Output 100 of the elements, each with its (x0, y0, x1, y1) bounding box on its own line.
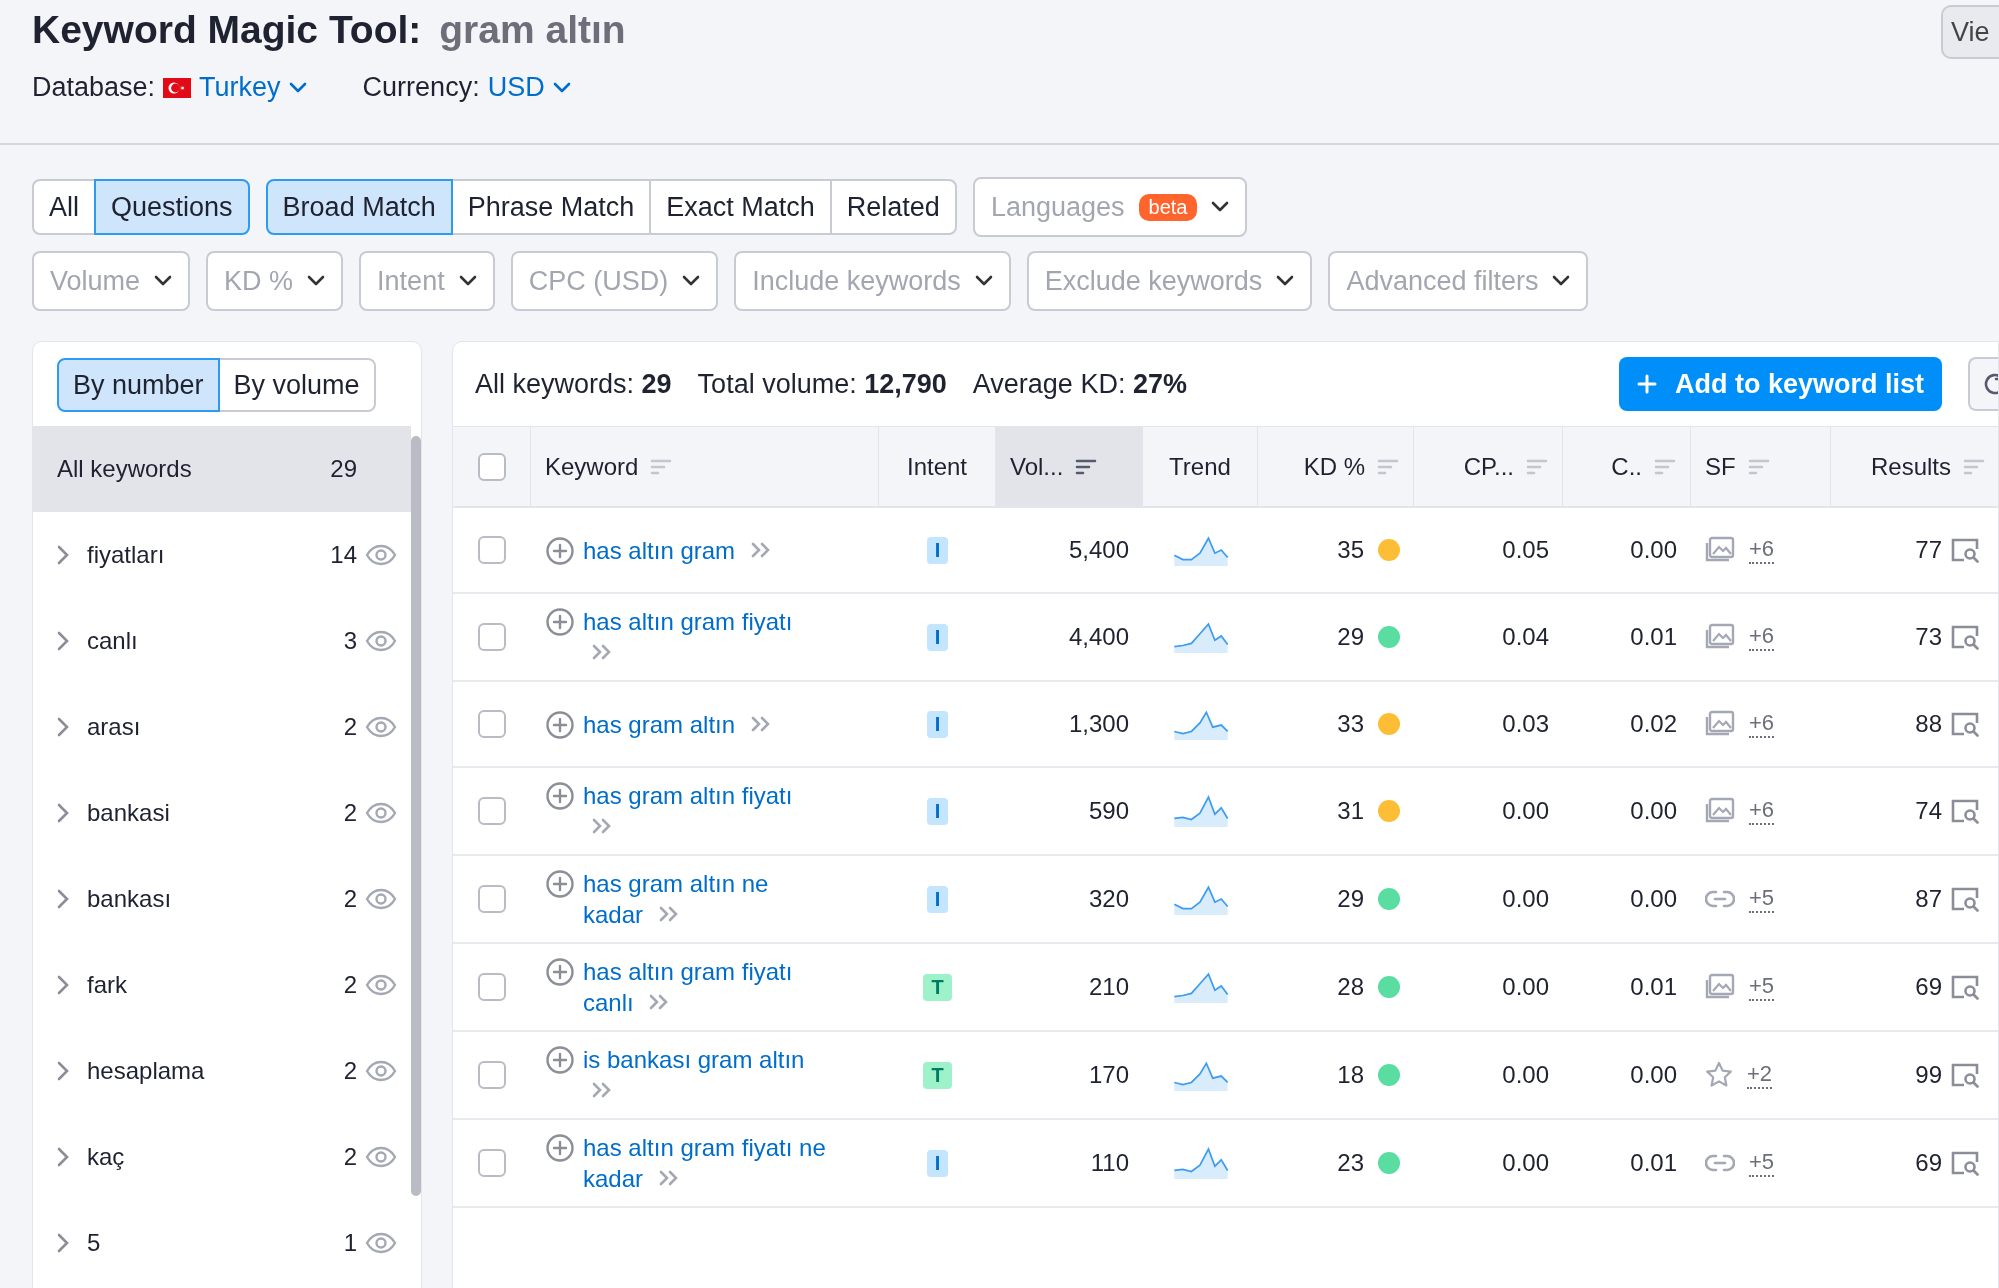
group-item[interactable]: All keywords 29 (33, 426, 411, 512)
group-item[interactable]: 5 1 (33, 1200, 411, 1286)
serp-preview-icon[interactable] (1950, 1150, 1980, 1176)
serp-preview-icon[interactable] (1950, 711, 1980, 737)
row-checkbox[interactable] (478, 973, 506, 1001)
serp-preview-icon[interactable] (1950, 1062, 1980, 1088)
serp-features-more[interactable]: +5 (1749, 1149, 1775, 1177)
image-icon (1705, 797, 1735, 825)
serp-preview-icon[interactable] (1950, 886, 1980, 912)
group-label: bankasi (87, 799, 171, 827)
add-circle-icon[interactable] (545, 957, 575, 987)
serp-features-more[interactable]: +6 (1749, 623, 1775, 651)
row-checkbox[interactable] (478, 623, 506, 651)
add-circle-icon[interactable] (545, 1133, 575, 1163)
column-header[interactable]: KD % (1258, 426, 1414, 508)
eye-icon[interactable] (365, 1146, 397, 1168)
serp-features-more[interactable]: +5 (1749, 973, 1775, 1001)
serp-preview-icon[interactable] (1950, 798, 1980, 824)
add-circle-icon[interactable] (545, 607, 575, 637)
eye-icon[interactable] (365, 1060, 397, 1082)
column-header[interactable]: Results (1831, 426, 1998, 508)
intent-badge: I (926, 623, 949, 651)
match-tab[interactable]: Broad Match (265, 179, 453, 235)
group-item[interactable]: kaç 2 (33, 1114, 411, 1200)
row-checkbox[interactable] (478, 710, 506, 738)
eye-icon[interactable] (365, 802, 397, 824)
sort-toggle[interactable]: By volume (217, 358, 376, 412)
intent-badge: T (923, 973, 952, 1001)
add-circle-icon[interactable] (545, 1045, 575, 1075)
serp-features-more[interactable]: +6 (1749, 797, 1775, 825)
serp-features-more[interactable]: +5 (1749, 885, 1775, 913)
eye-icon[interactable] (365, 1232, 397, 1254)
group-item[interactable]: bankası 2 (33, 856, 411, 942)
add-circle-icon[interactable] (545, 781, 575, 811)
column-header[interactable]: Vol... (996, 426, 1143, 508)
keyword-link[interactable]: has gram altın (583, 708, 831, 740)
sort-icon[interactable] (1075, 457, 1098, 476)
eye-icon[interactable] (365, 716, 397, 738)
group-count: 2 (343, 885, 357, 913)
filter-tab[interactable]: Questions (94, 179, 250, 235)
view-button[interactable]: Vie (1941, 5, 1999, 59)
results-count: 69 (1915, 1149, 1942, 1177)
column-header[interactable]: C.. (1563, 426, 1691, 508)
row-checkbox[interactable] (478, 1061, 506, 1089)
eye-icon[interactable] (365, 974, 397, 996)
row-checkbox[interactable] (478, 536, 506, 564)
keyword-link[interactable]: has altın gram fiyatı (583, 606, 831, 668)
match-tab[interactable]: Phrase Match (450, 179, 652, 235)
column-header[interactable]: Intent (879, 426, 996, 508)
group-item[interactable]: arası 2 (33, 684, 411, 770)
keyword-link[interactable]: has altın gram (583, 534, 831, 566)
cpc-cell: 0.00 (1414, 944, 1563, 1032)
scrollbar[interactable] (411, 436, 421, 1196)
kd-value: 18 (1337, 1061, 1364, 1089)
chevron-icon (57, 1233, 69, 1253)
cpc-cell: 0.00 (1414, 1032, 1563, 1120)
group-count: 1 (343, 1229, 357, 1257)
group-item[interactable]: fiyatları 14 (33, 512, 411, 598)
serp-preview-icon[interactable] (1950, 624, 1980, 650)
keyword-link[interactable]: has altın gram fiyatı canlı (583, 956, 831, 1018)
serp-features-more[interactable]: +6 (1749, 536, 1775, 564)
match-tab[interactable]: Related (829, 179, 957, 235)
group-item[interactable]: bankasi 2 (33, 770, 411, 856)
group-item[interactable]: hesaplama 2 (33, 1028, 411, 1114)
serp-preview-icon[interactable] (1950, 974, 1980, 1000)
group-label: hesaplama (87, 1057, 206, 1085)
eye-icon[interactable] (365, 888, 397, 910)
select-all-checkbox[interactable] (477, 452, 506, 481)
serp-features-more[interactable]: +2 (1747, 1061, 1773, 1089)
filter-tab[interactable]: All (32, 179, 96, 235)
link-icon (1705, 889, 1735, 909)
row-checkbox[interactable] (478, 885, 506, 913)
add-circle-icon[interactable] (545, 709, 575, 740)
competition-cell: 0.00 (1563, 1032, 1691, 1120)
keyword-link[interactable]: has altın gram fiyatı ne kadar (583, 1132, 831, 1194)
row-checkbox[interactable] (478, 797, 506, 825)
chevron-icon (57, 975, 69, 995)
add-circle-icon[interactable] (545, 535, 575, 566)
group-item[interactable]: fark 2 (33, 942, 411, 1028)
column-header[interactable]: Trend (1143, 426, 1258, 508)
eye-icon[interactable] (365, 630, 397, 652)
row-checkbox[interactable] (478, 1149, 506, 1177)
serp-preview-icon[interactable] (1950, 537, 1980, 563)
group-item[interactable]: canlı 3 (33, 598, 411, 684)
match-tab[interactable]: Exact Match (649, 179, 832, 235)
keyword-link[interactable]: is bankası gram altın (583, 1044, 831, 1106)
eye-icon[interactable] (365, 544, 397, 566)
search-query: gram altın (439, 8, 626, 52)
database-dropdown[interactable]: Turkey (199, 72, 281, 103)
volume-cell: 590 (996, 768, 1143, 856)
column-header[interactable]: CP... (1414, 426, 1563, 508)
currency-dropdown[interactable]: USD (487, 72, 545, 103)
keyword-link[interactable]: has gram altın ne kadar (583, 868, 831, 930)
sort-toggle[interactable]: By number (57, 358, 220, 412)
keyword-link[interactable]: has gram altın fiyatı (583, 780, 831, 842)
add-circle-icon[interactable] (545, 869, 575, 899)
serp-features-more[interactable]: +6 (1749, 710, 1775, 738)
star-icon (1705, 1061, 1733, 1089)
column-header[interactable]: SF (1691, 426, 1831, 508)
column-header[interactable]: Keyword (531, 426, 879, 508)
